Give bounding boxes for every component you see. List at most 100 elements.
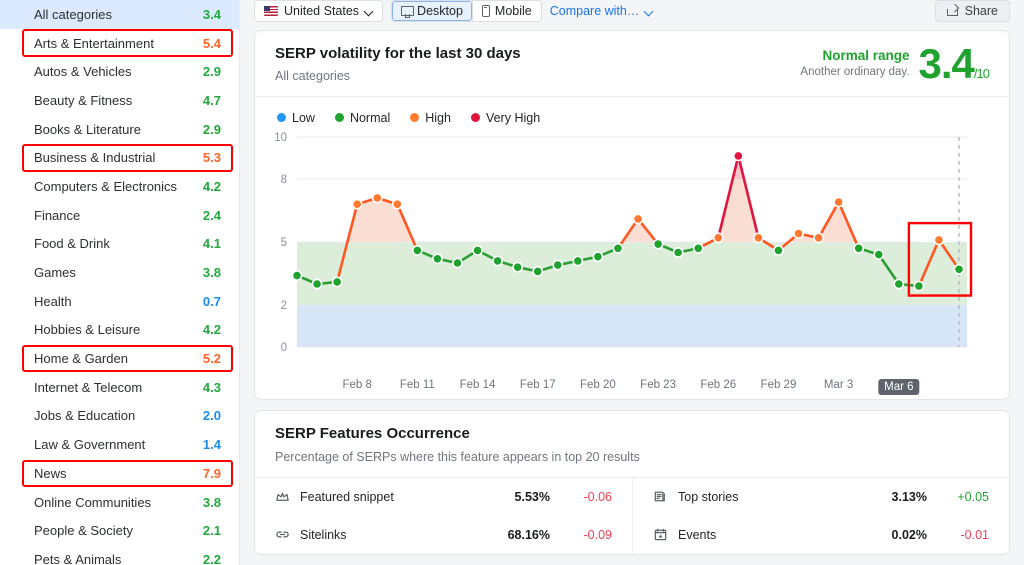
serp-feature-percent: 0.02% (871, 528, 927, 542)
share-button[interactable]: Share (935, 0, 1010, 22)
serp-feature-row[interactable]: Sitelinks68.16%-0.09 (255, 516, 632, 554)
x-axis-tick: Feb 11 (400, 379, 435, 391)
sidebar-item-label: Books & Literature (34, 122, 141, 137)
sidebar-item-books-literature[interactable]: Books & Literature2.9 (0, 115, 239, 144)
device-toggle: Desktop Mobile (391, 0, 542, 22)
sidebar-item-score: 2.0 (203, 408, 221, 423)
sidebar-item-label: Law & Government (34, 437, 145, 452)
sidebar-item-score: 4.2 (203, 322, 221, 337)
device-desktop-label: Desktop (417, 4, 463, 18)
sidebar-item-label: Food & Drink (34, 236, 110, 251)
device-desktop-tab[interactable]: Desktop (392, 1, 472, 21)
serp-feature-delta: -0.01 (937, 528, 989, 542)
sidebar-item-finance[interactable]: Finance2.4 (0, 201, 239, 230)
sidebar-item-label: All categories (34, 7, 112, 22)
legend-item-low[interactable]: Low (277, 111, 315, 125)
device-mobile-label: Mobile (495, 4, 532, 18)
desktop-icon (401, 6, 412, 17)
serp-features-right-column: Top stories3.13%+0.05Events0.02%-0.01 (632, 478, 1009, 554)
sidebar-item-internet-telecom[interactable]: Internet & Telecom4.3 (0, 373, 239, 402)
device-mobile-tab[interactable]: Mobile (473, 1, 541, 21)
score-number: 3.4 (919, 40, 974, 87)
svg-text:10: 10 (274, 132, 287, 144)
sidebar-item-hobbies-leisure[interactable]: Hobbies & Leisure4.2 (0, 316, 239, 345)
sidebar-item-home-garden[interactable]: Home & Garden 5.2 (0, 344, 239, 373)
volatility-title-block: SERP volatility for the last 30 days All… (275, 45, 521, 83)
x-axis-tick: Feb 29 (761, 379, 797, 391)
sidebar-item-law-government[interactable]: Law & Government1.4 (0, 430, 239, 459)
score-range-label: Normal range (800, 48, 909, 63)
sidebar-item-arts-entertainment[interactable]: Arts & Entertainment 5.4 (0, 29, 239, 58)
serp-features-left-column: Featured snippet5.53%-0.06Sitelinks68.16… (255, 478, 632, 554)
score-text: Normal range Another ordinary day. (800, 45, 909, 78)
score-denominator: /10 (974, 66, 989, 81)
country-label: United States (284, 4, 359, 18)
sidebar-item-computers-electronics[interactable]: Computers & Electronics 4.2 (0, 172, 239, 201)
sidebar-item-score: 4.3 (203, 380, 221, 395)
compare-label: Compare with… (550, 4, 640, 18)
sidebar-item-people-society[interactable]: People & Society2.1 (0, 516, 239, 545)
sidebar-item-score: 7.9 (203, 466, 221, 481)
x-axis-tick: Feb 20 (580, 379, 616, 391)
sidebar-item-score: 2.9 (203, 64, 221, 79)
sidebar-item-label: Business & Industrial (34, 150, 155, 165)
volatility-card-header: SERP volatility for the last 30 days All… (255, 31, 1009, 97)
legend-label: Very High (486, 111, 540, 125)
sidebar-item-score: 3.4 (203, 7, 221, 22)
serp-feature-row[interactable]: Featured snippet5.53%-0.06 (255, 478, 632, 516)
sidebar-item-autos-vehicles[interactable]: Autos & Vehicles2.9 (0, 57, 239, 86)
serp-features-grid: Featured snippet5.53%-0.06Sitelinks68.16… (255, 478, 1009, 554)
sidebar-item-jobs-education[interactable]: Jobs & Education 2.0 (0, 402, 239, 431)
sidebar-item-health[interactable]: Health0.7 (0, 287, 239, 316)
legend-item-high[interactable]: High (410, 111, 451, 125)
category-sidebar: All categories 3.4 Arts & Entertainment 5.4… (0, 0, 240, 565)
sidebar-item-label: Pets & Animals (34, 552, 121, 565)
sitelinks-icon (275, 527, 290, 542)
volatility-chart[interactable]: 025810 (255, 125, 1009, 385)
serp-feature-percent: 5.53% (494, 490, 550, 504)
serp-feature-row[interactable]: Top stories3.13%+0.05 (633, 478, 1009, 516)
sidebar-item-label: Jobs & Education (34, 408, 135, 423)
x-axis-tick: Feb 8 (342, 379, 371, 391)
sidebar-item-label: Computers & Electronics (34, 179, 177, 194)
sidebar-item-all-categories[interactable]: All categories 3.4 (0, 0, 239, 29)
events-icon (653, 527, 668, 542)
sidebar-item-food-drink[interactable]: Food & Drink4.1 (0, 230, 239, 259)
main-content: United States Desktop Mobile Compare wit… (240, 0, 1024, 565)
sidebar-item-beauty-fitness[interactable]: Beauty & Fitness4.7 (0, 86, 239, 115)
serp-features-title: SERP Features Occurrence (275, 425, 989, 442)
featured-snippet-icon (275, 489, 290, 504)
toolbar: United States Desktop Mobile Compare wit… (254, 0, 1010, 22)
serp-feature-delta: -0.09 (560, 528, 612, 542)
sidebar-item-score: 4.7 (203, 93, 221, 108)
sidebar-item-label: Home & Garden (34, 351, 128, 366)
page-title: SERP volatility for the last 30 days (275, 45, 521, 62)
sidebar-item-score: 4.2 (203, 179, 221, 194)
svg-text:2: 2 (281, 300, 287, 312)
legend-item-very-high[interactable]: Very High (471, 111, 540, 125)
serp-feature-row[interactable]: Events0.02%-0.01 (633, 516, 1009, 554)
sidebar-item-score: 2.4 (203, 208, 221, 223)
sidebar-item-score: 5.2 (203, 351, 221, 366)
legend-item-normal[interactable]: Normal (335, 111, 390, 125)
sidebar-item-online-communities[interactable]: Online Communities3.8 (0, 488, 239, 517)
country-selector[interactable]: United States (254, 0, 383, 22)
legend-label: Normal (350, 111, 390, 125)
x-axis-tick: Feb 17 (520, 379, 556, 391)
us-flag-icon (264, 6, 278, 16)
sidebar-item-news[interactable]: News 7.9 (0, 459, 239, 488)
share-label: Share (965, 4, 998, 18)
serp-features-header: SERP Features Occurrence Percentage of S… (255, 411, 1009, 478)
compare-with-dropdown[interactable]: Compare with… (550, 4, 654, 18)
legend-dot-icon (410, 113, 419, 122)
sidebar-item-pets-animals[interactable]: Pets & Animals2.2 (0, 545, 239, 565)
sidebar-item-games[interactable]: Games3.8 (0, 258, 239, 287)
sidebar-item-label: News (34, 466, 67, 481)
sidebar-item-business-industrial[interactable]: Business & Industrial5.3 (0, 143, 239, 172)
x-axis-tick: Feb 14 (460, 379, 496, 391)
sidebar-item-score: 5.4 (203, 36, 221, 51)
sidebar-item-label: Arts & Entertainment (34, 36, 154, 51)
legend-dot-icon (277, 113, 286, 122)
sidebar-item-label: Online Communities (34, 495, 151, 510)
serp-features-subtitle: Percentage of SERPs where this feature a… (275, 450, 989, 464)
